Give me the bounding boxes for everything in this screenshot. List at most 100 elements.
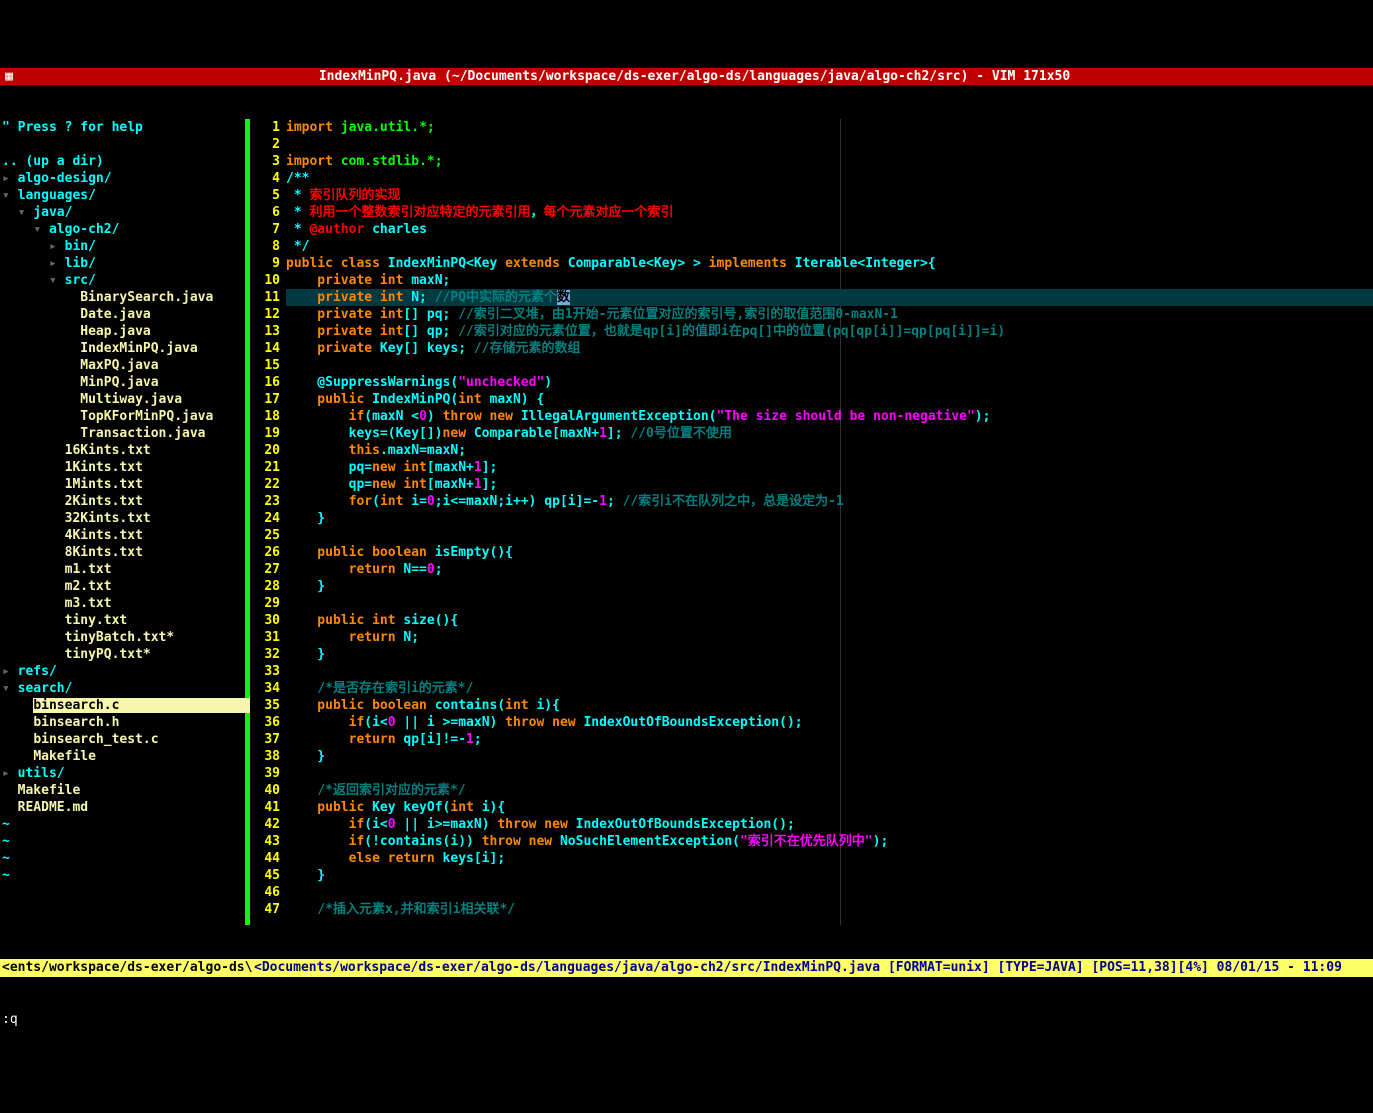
code-line[interactable] — [286, 527, 1373, 544]
file-m2txt[interactable]: m2.txt — [0, 578, 245, 595]
code-line[interactable]: public boolean isEmpty(){ — [286, 544, 1373, 561]
code-line[interactable]: /** — [286, 170, 1373, 187]
command-line[interactable]: :q — [0, 1011, 1373, 1028]
file-BinarySearchjava[interactable]: BinarySearch.java — [0, 289, 245, 306]
dir-refs[interactable]: ▸ refs/ — [0, 663, 245, 680]
dir-algoch2[interactable]: ▾ algo-ch2/ — [0, 221, 245, 238]
file-8Kintstxt[interactable]: 8Kints.txt — [0, 544, 245, 561]
token: for — [349, 494, 372, 509]
code-line[interactable] — [286, 357, 1373, 374]
code-line[interactable] — [286, 663, 1373, 680]
code-line[interactable]: if(!contains(i)) throw new NoSuchElement… — [286, 833, 1373, 850]
code-line[interactable] — [286, 595, 1373, 612]
code-line[interactable]: if(maxN <0) throw new IllegalArgumentExc… — [286, 408, 1373, 425]
code-line[interactable]: public IndexMinPQ(int maxN) { — [286, 391, 1373, 408]
code-line[interactable]: public Key keyOf(int i){ — [286, 799, 1373, 816]
file-2Kintstxt[interactable]: 2Kints.txt — [0, 493, 245, 510]
code-line[interactable]: } — [286, 646, 1373, 663]
file-MinPQjava[interactable]: MinPQ.java — [0, 374, 245, 391]
file-Datejava[interactable]: Date.java — [0, 306, 245, 323]
dir-languages[interactable]: ▾ languages/ — [0, 187, 245, 204]
file-1Kintstxt[interactable]: 1Kints.txt — [0, 459, 245, 476]
code-line[interactable] — [286, 884, 1373, 901]
dir-search[interactable]: ▾ search/ — [0, 680, 245, 697]
file-Makefile[interactable]: Makefile — [0, 782, 245, 799]
file-tinyPQtxt[interactable]: tinyPQ.txt* — [0, 646, 245, 663]
code-line[interactable]: private int[] qp; //索引对应的元素位置，也就是qp[i]的值… — [286, 323, 1373, 340]
editor-pane[interactable]: 1234567891011121314151617181920212223242… — [250, 119, 1373, 925]
file-IndexMinPQjava[interactable]: IndexMinPQ.java — [0, 340, 245, 357]
code-line[interactable]: return qp[i]!=-1; — [286, 731, 1373, 748]
file-TopKForMinPQjava[interactable]: TopKForMinPQ.java — [0, 408, 245, 425]
code-line[interactable]: return N==0; — [286, 561, 1373, 578]
code-line[interactable]: private int N; //PQ中实际的元素个数 — [286, 289, 1373, 306]
token: i= — [411, 494, 427, 509]
token: 1 — [466, 732, 474, 747]
file-tinyBatchtxt[interactable]: tinyBatch.txt* — [0, 629, 245, 646]
file-tinytxt[interactable]: tiny.txt — [0, 612, 245, 629]
file-binsearchc[interactable]: binsearch.c — [0, 697, 245, 714]
code-line[interactable]: pq=new int[maxN+1]; — [286, 459, 1373, 476]
file-m1txt[interactable]: m1.txt — [0, 561, 245, 578]
code-line[interactable]: * 索引队列的实现 — [286, 187, 1373, 204]
code-line[interactable]: keys=(Key[])new Comparable[maxN+1]; //0号… — [286, 425, 1373, 442]
code-line[interactable]: } — [286, 748, 1373, 765]
token: ); — [873, 834, 889, 849]
code-area[interactable]: import java.util.*;import com.stdlib.*;/… — [286, 119, 1373, 925]
code-line[interactable]: else return keys[i]; — [286, 850, 1373, 867]
file-tree[interactable]: " Press ? for help .. (up a dir)▸ algo-d… — [0, 119, 250, 925]
file-32Kintstxt[interactable]: 32Kints.txt — [0, 510, 245, 527]
up-dir[interactable]: .. (up a dir) — [0, 153, 245, 170]
code-line[interactable]: if(i<0 || i >=maxN) throw new IndexOutOf… — [286, 714, 1373, 731]
code-line[interactable]: */ — [286, 238, 1373, 255]
code-line[interactable]: private Key[] keys; //存储元素的数组 — [286, 340, 1373, 357]
code-line[interactable]: private int[] pq; //索引二叉堆，由1开始-元素位置对应的索引… — [286, 306, 1373, 323]
code-line[interactable]: import java.util.*; — [286, 119, 1373, 136]
file-1Mintstxt[interactable]: 1Mints.txt — [0, 476, 245, 493]
code-line[interactable]: return N; — [286, 629, 1373, 646]
dir-src[interactable]: ▾ src/ — [0, 272, 245, 289]
file-Transactionjava[interactable]: Transaction.java — [0, 425, 245, 442]
status-file-info: <Documents/workspace/ds-exer/algo-ds/lan… — [254, 959, 1371, 977]
file-READMEmd[interactable]: README.md — [0, 799, 245, 816]
code-line[interactable]: @SuppressWarnings("unchecked") — [286, 374, 1373, 391]
dir-lib[interactable]: ▸ lib/ — [0, 255, 245, 272]
code-line[interactable]: qp=new int[maxN+1]; — [286, 476, 1373, 493]
main-split: " Press ? for help .. (up a dir)▸ algo-d… — [0, 119, 1373, 925]
code-line[interactable]: /*插入元素x,并和索引i相关联*/ — [286, 901, 1373, 918]
code-line[interactable]: } — [286, 578, 1373, 595]
file-Heapjava[interactable]: Heap.java — [0, 323, 245, 340]
token: new int — [372, 460, 427, 475]
dir-utils[interactable]: ▸ utils/ — [0, 765, 245, 782]
code-line[interactable]: } — [286, 510, 1373, 527]
code-line[interactable] — [286, 136, 1373, 153]
code-line[interactable]: if(i<0 || i>=maxN) throw new IndexOutOfB… — [286, 816, 1373, 833]
code-line[interactable]: /*返回索引对应的元素*/ — [286, 782, 1373, 799]
line-number: 32 — [250, 646, 280, 663]
code-line[interactable]: import com.stdlib.*; — [286, 153, 1373, 170]
code-line[interactable]: private int maxN; — [286, 272, 1373, 289]
file-4Kintstxt[interactable]: 4Kints.txt — [0, 527, 245, 544]
file-binsearch_testc[interactable]: binsearch_test.c — [0, 731, 245, 748]
token: public class — [286, 256, 388, 271]
code-line[interactable]: public int size(){ — [286, 612, 1373, 629]
dir-algodesign[interactable]: ▸ algo-design/ — [0, 170, 245, 187]
dir-java[interactable]: ▾ java/ — [0, 204, 245, 221]
code-line[interactable]: this.maxN=maxN; — [286, 442, 1373, 459]
code-line[interactable] — [286, 765, 1373, 782]
code-line[interactable]: * 利用一个整数索引对应特定的元素引用，每个元素对应一个索引 — [286, 204, 1373, 221]
code-line[interactable]: public boolean contains(int i){ — [286, 697, 1373, 714]
token: ;i<=maxN;i++) qp[i]=- — [435, 494, 599, 509]
dir-bin[interactable]: ▸ bin/ — [0, 238, 245, 255]
file-Multiwayjava[interactable]: Multiway.java — [0, 391, 245, 408]
file-16Kintstxt[interactable]: 16Kints.txt — [0, 442, 245, 459]
code-line[interactable]: /*是否存在索引i的元素*/ — [286, 680, 1373, 697]
code-line[interactable]: } — [286, 867, 1373, 884]
code-line[interactable]: * @author charles — [286, 221, 1373, 238]
file-binsearchh[interactable]: binsearch.h — [0, 714, 245, 731]
code-line[interactable]: public class IndexMinPQ<Key extends Comp… — [286, 255, 1373, 272]
file-MaxPQjava[interactable]: MaxPQ.java — [0, 357, 245, 374]
file-m3txt[interactable]: m3.txt — [0, 595, 245, 612]
code-line[interactable]: for(int i=0;i<=maxN;i++) qp[i]=-1; //索引i… — [286, 493, 1373, 510]
file-Makefile[interactable]: Makefile — [0, 748, 245, 765]
